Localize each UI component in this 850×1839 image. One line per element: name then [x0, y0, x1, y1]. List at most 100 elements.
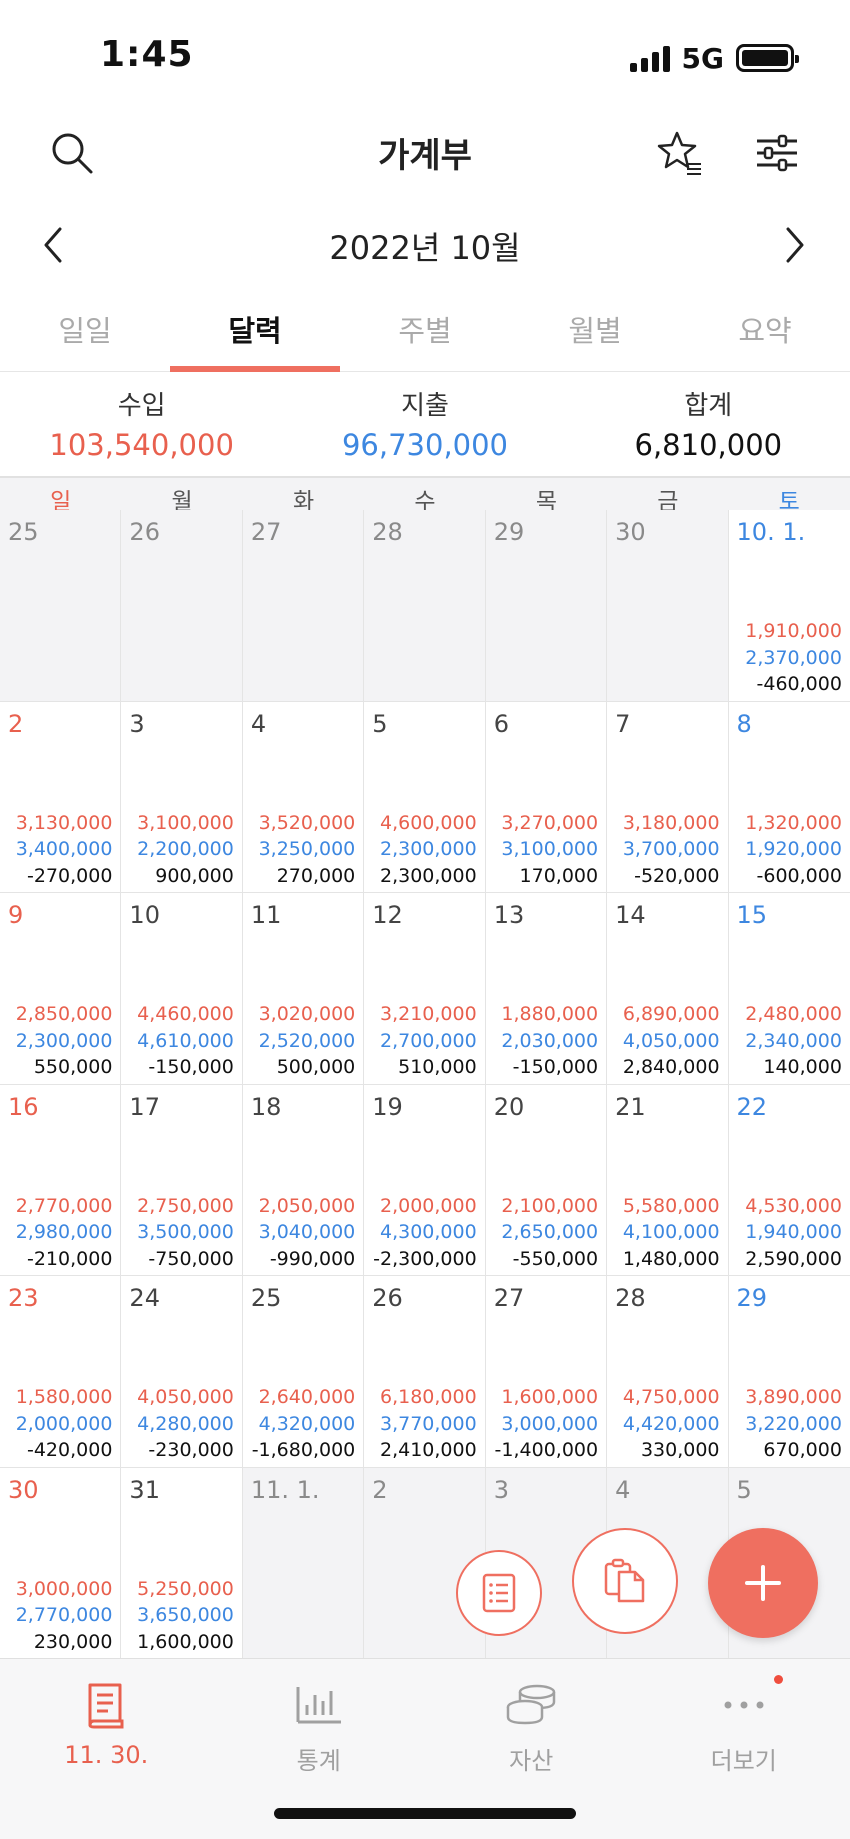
day-income: 1,910,000: [745, 620, 842, 642]
day-number: 12: [372, 901, 403, 929]
calendar-day-cell[interactable]: 10 4,460,000 4,610,000 -150,000: [121, 893, 243, 1085]
calendar-day-cell[interactable]: 11 3,020,000 2,520,000 500,000: [242, 893, 365, 1085]
day-expense: 1,920,000: [745, 838, 842, 860]
bookmark-button[interactable]: [656, 128, 706, 178]
calendar-day-cell[interactable]: 10. 1. 1,910,000 2,370,000 -460,000: [728, 510, 850, 702]
calendar-day-cell[interactable]: 14 6,890,000 4,050,000 2,840,000: [607, 893, 729, 1085]
tab-summary[interactable]: 요약: [680, 290, 850, 371]
day-amounts: 3,210,000 2,700,000 510,000: [380, 1001, 477, 1081]
day-income: 1,580,000: [15, 1386, 113, 1408]
day-number: 29: [736, 1284, 768, 1312]
nav-ledger[interactable]: 11. 30.: [0, 1659, 213, 1839]
calendar-day-cell[interactable]: 9 2,850,000 2,300,000 550,000: [0, 893, 122, 1085]
day-amounts: 2,750,000 3,500,000 -750,000: [137, 1193, 234, 1273]
calendar-day-cell[interactable]: 26: [121, 510, 243, 702]
day-number: 23: [8, 1284, 39, 1312]
calendar-day-cell[interactable]: 28 4,750,000 4,420,000 330,000: [607, 1276, 729, 1468]
expense-total: 96,730,000: [341, 428, 509, 462]
day-number: 15: [736, 901, 768, 929]
day-amounts: 2,770,000 2,980,000 -210,000: [16, 1193, 113, 1273]
tab-calendar[interactable]: 달력: [170, 290, 340, 372]
day-number: 11. 1.: [250, 1475, 320, 1504]
calendar-day-cell[interactable]: 29: [485, 510, 608, 702]
tab-daily[interactable]: 일일: [0, 290, 170, 371]
day-total: -1,680,000: [251, 1439, 356, 1461]
day-number: 21: [615, 1092, 646, 1121]
day-amounts: 3,520,000 3,250,000 270,000: [259, 810, 356, 890]
calendar-day-cell[interactable]: 15 2,480,000 2,340,000 140,000: [728, 893, 850, 1085]
calendar-day-cell[interactable]: 2 3,130,000 3,400,000 -270,000: [0, 701, 122, 893]
day-total: 550,000: [33, 1056, 113, 1078]
day-amounts: 3,270,000 3,100,000 170,000: [501, 810, 598, 890]
next-month-button[interactable]: [770, 220, 820, 270]
day-expense: 4,280,000: [137, 1412, 234, 1435]
day-total: -420,000: [26, 1439, 113, 1461]
day-income: 4,750,000: [622, 1386, 720, 1408]
tab-monthly[interactable]: 월별: [510, 290, 680, 371]
current-month[interactable]: 2022년 10월: [0, 223, 850, 269]
calendar-day-cell[interactable]: 19 2,000,000 4,300,000 -2,300,000: [364, 1084, 486, 1276]
filter-button[interactable]: [752, 128, 802, 178]
entry-list-button[interactable]: [456, 1550, 542, 1636]
day-number: 18: [250, 1092, 282, 1121]
day-expense: 4,610,000: [137, 1029, 234, 1052]
day-income: 2,480,000: [745, 1003, 842, 1025]
day-total: 2,590,000: [745, 1247, 842, 1270]
calendar-day-cell[interactable]: 21 5,580,000 4,100,000 1,480,000: [607, 1084, 729, 1276]
calendar-day-cell[interactable]: 22 4,530,000 1,940,000 2,590,000: [728, 1084, 850, 1276]
day-number: 30: [8, 1475, 39, 1504]
day-amounts: 1,910,000 2,370,000 -460,000: [745, 618, 842, 698]
day-number: 28: [372, 518, 403, 546]
calendar-day-cell[interactable]: 29 3,890,000 3,220,000 670,000: [728, 1276, 850, 1468]
day-number: 3: [493, 1475, 509, 1504]
day-expense: 3,220,000: [745, 1412, 842, 1435]
calendar-day-cell[interactable]: 20 2,100,000 2,650,000 -550,000: [485, 1084, 608, 1276]
day-number: 2: [372, 1475, 388, 1504]
calendar-day-cell[interactable]: 31 5,250,000 3,650,000 1,600,000: [121, 1467, 243, 1659]
calendar-day-cell[interactable]: 7 3,180,000 3,700,000 -520,000: [607, 701, 729, 893]
day-expense: 2,340,000: [745, 1029, 842, 1052]
status-indicators: 5G: [629, 40, 799, 76]
calendar-day-cell[interactable]: 26 6,180,000 3,770,000 2,410,000: [364, 1276, 486, 1468]
calendar-day-cell[interactable]: 24 4,050,000 4,280,000 -230,000: [121, 1276, 243, 1468]
day-amounts: 1,600,000 3,000,000 -1,400,000: [495, 1384, 599, 1464]
calendar-day-cell[interactable]: 30: [607, 510, 729, 702]
day-total: -210,000: [26, 1247, 113, 1270]
calendar-day-cell[interactable]: 27 1,600,000 3,000,000 -1,400,000: [485, 1276, 608, 1468]
copy-entry-button[interactable]: [572, 1528, 678, 1634]
calendar-day-cell[interactable]: 3 3,100,000 2,200,000 900,000: [121, 701, 243, 893]
calendar-day-cell[interactable]: 4 3,520,000 3,250,000 270,000: [242, 701, 365, 893]
calendar-day-cell[interactable]: 25: [0, 510, 122, 702]
calendar-day-cell[interactable]: 25 2,640,000 4,320,000 -1,680,000: [242, 1276, 365, 1468]
calendar-day-cell[interactable]: 16 2,770,000 2,980,000 -210,000: [0, 1084, 122, 1276]
add-entry-button[interactable]: [708, 1528, 818, 1638]
day-number: 20: [493, 1092, 525, 1121]
calendar-day-cell[interactable]: 11. 1.: [242, 1467, 365, 1659]
calendar-day-cell[interactable]: 27: [242, 510, 365, 702]
calendar-day-cell[interactable]: 8 1,320,000 1,920,000 -600,000: [728, 701, 850, 893]
day-expense: 3,000,000: [501, 1412, 599, 1435]
calendar-day-cell[interactable]: 18 2,050,000 3,040,000 -990,000: [242, 1084, 365, 1276]
status-bar: 1:45 5G: [0, 0, 850, 110]
calendar-day-cell[interactable]: 6 3,270,000 3,100,000 170,000: [485, 701, 608, 893]
calendar-day-cell[interactable]: 12 3,210,000 2,700,000 510,000: [364, 893, 486, 1085]
notification-dot: [773, 1675, 783, 1684]
day-income: 5,580,000: [622, 1194, 720, 1217]
day-number: 3: [129, 709, 145, 738]
calendar-day-cell[interactable]: 17 2,750,000 3,500,000 -750,000: [121, 1084, 243, 1276]
nav-more[interactable]: 더보기: [638, 1659, 850, 1839]
day-expense: 4,300,000: [379, 1221, 477, 1243]
day-total: -750,000: [148, 1247, 234, 1270]
calendar-grid: 25 26 27 28 29 30 10. 1. 1,910,000 2,370,000 -460…: [0, 510, 850, 1659]
day-total: -460,000: [756, 673, 842, 695]
day-total: -1,400,000: [494, 1439, 599, 1461]
calendar-day-cell[interactable]: 23 1,580,000 2,000,000 -420,000: [0, 1276, 122, 1468]
calendar-day-cell[interactable]: 30 3,000,000 2,770,000 230,000: [0, 1467, 122, 1659]
tab-weekly[interactable]: 주별: [340, 290, 510, 371]
calendar-day-cell[interactable]: 5 4,600,000 2,300,000 2,300,000: [364, 701, 486, 893]
day-amounts: 3,890,000 3,220,000 670,000: [745, 1384, 842, 1464]
calendar-day-cell[interactable]: 13 1,880,000 2,030,000 -150,000: [485, 893, 608, 1085]
day-income: 2,640,000: [258, 1386, 356, 1408]
calendar-day-cell[interactable]: 28: [364, 510, 486, 702]
day-income: 3,270,000: [501, 811, 599, 834]
